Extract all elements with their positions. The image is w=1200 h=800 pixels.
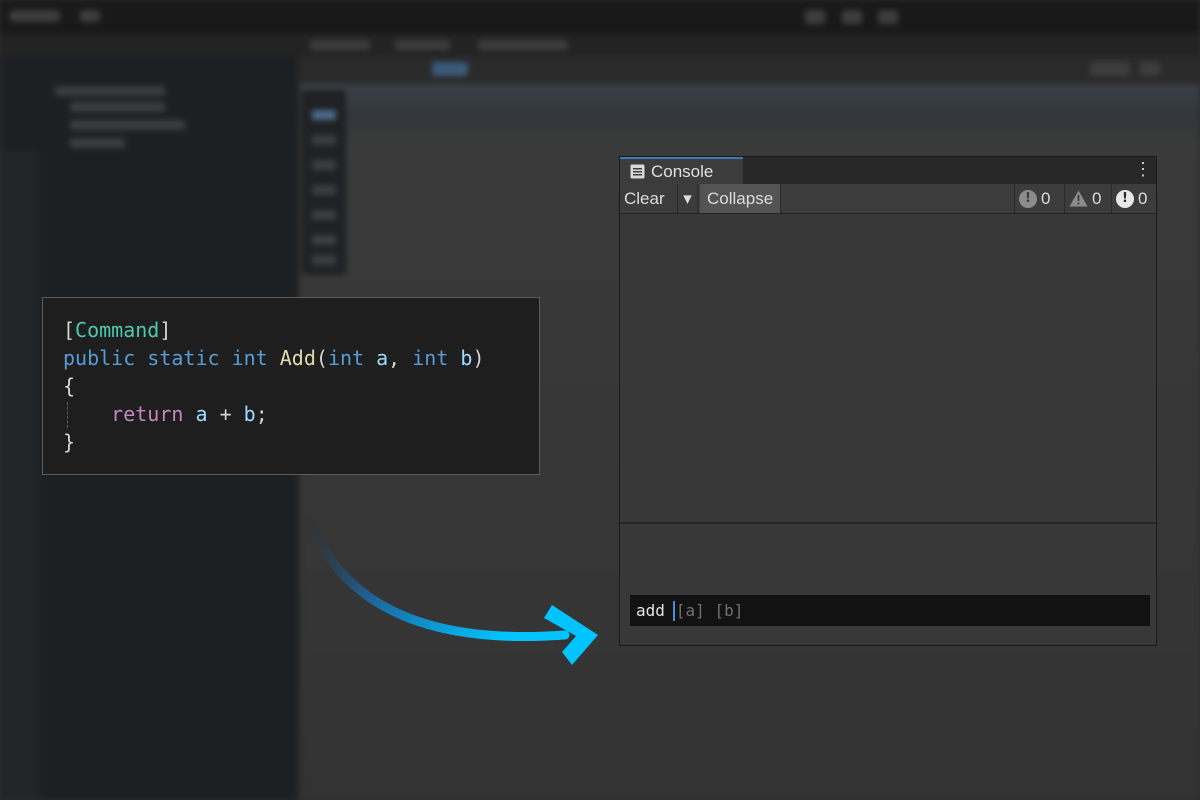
- hierarchy-row: [55, 86, 165, 96]
- tab-blob: [395, 40, 450, 50]
- param-name: b: [460, 346, 473, 370]
- console-tab-bar: Console ⋮: [620, 157, 1156, 184]
- semicolon: ;: [255, 402, 268, 426]
- param-type: int: [327, 346, 365, 370]
- log-filter-toggle[interactable]: ! 0: [1014, 184, 1062, 213]
- tab-blob: [478, 40, 568, 50]
- tool-palette: [302, 90, 346, 275]
- function-name: Add: [279, 346, 316, 370]
- tool-button: [312, 185, 336, 195]
- arrow-shaft: [305, 515, 570, 642]
- tool-button: [312, 110, 336, 120]
- param-name: a: [376, 346, 389, 370]
- keyword-int: int: [231, 346, 268, 370]
- text-caret: [672, 600, 675, 621]
- code-line-brace-open: {: [63, 372, 519, 400]
- tab-console[interactable]: Console: [620, 157, 743, 184]
- command-input-text: add: [636, 601, 665, 620]
- toolbar-blob: [432, 62, 468, 76]
- clear-options-dropdown[interactable]: ▾: [678, 184, 698, 213]
- play-controls-blob: [878, 10, 898, 24]
- collapse-toggle-label: Collapse: [707, 188, 774, 208]
- bracket-open: [: [63, 318, 76, 342]
- paren-close: ): [472, 346, 485, 370]
- operand-a: a: [195, 402, 208, 426]
- more-options-icon[interactable]: ⋮: [1134, 159, 1152, 179]
- command-input[interactable]: add [a] [b]: [630, 595, 1150, 626]
- editor-tab-strip: [0, 34, 1200, 56]
- operator-plus: +: [219, 402, 232, 426]
- error-count: 0: [1138, 188, 1148, 208]
- toolbar-blob: [1140, 62, 1160, 76]
- left-strip: [0, 150, 38, 800]
- warning-filter-toggle[interactable]: 0: [1064, 184, 1110, 213]
- console-window: Console ⋮ Clear ▾ Collapse ! 0 0 ! 0 add…: [619, 156, 1157, 646]
- code-line-attribute: [Command]: [63, 316, 519, 344]
- tool-button: [312, 135, 336, 145]
- keyword-static: static: [147, 346, 220, 370]
- play-controls-blob: [805, 10, 825, 24]
- attribute-name: Command: [75, 318, 160, 342]
- curved-arrow-icon: [305, 515, 598, 665]
- code-snippet-card: [Command] public static int Add(int a, i…: [42, 297, 540, 475]
- error-icon: !: [1116, 189, 1134, 208]
- code-line-brace-close: }: [63, 428, 519, 456]
- console-detail-area: [620, 524, 1156, 645]
- clear-button[interactable]: Clear: [620, 184, 678, 213]
- tab-console-label: Console: [651, 161, 714, 181]
- indent-guide: [67, 402, 68, 428]
- param-type: int: [412, 346, 449, 370]
- error-filter-toggle[interactable]: ! 0: [1111, 184, 1156, 213]
- tool-button: [312, 235, 336, 245]
- command-parameter-hint: [a] [b]: [675, 601, 744, 620]
- brace-open: {: [63, 374, 76, 398]
- tool-button: [312, 255, 336, 265]
- code-line-return: return a + b;: [63, 400, 519, 428]
- code-line-signature: public static int Add(int a, int b): [63, 344, 519, 372]
- tool-button: [312, 160, 336, 170]
- info-icon: !: [1019, 189, 1037, 208]
- editor-top-bar: [0, 0, 1200, 34]
- log-count: 0: [1041, 188, 1051, 208]
- tool-button: [312, 210, 336, 220]
- menu-blob: [80, 10, 100, 22]
- console-list-icon: [630, 164, 645, 179]
- warning-icon: [1069, 190, 1088, 207]
- clear-button-label: Clear: [624, 188, 665, 208]
- operand-b: b: [243, 402, 256, 426]
- comma: ,: [388, 346, 401, 370]
- chevron-down-icon: ▾: [683, 188, 692, 208]
- warning-count: 0: [1092, 188, 1102, 208]
- play-controls-blob: [842, 10, 862, 24]
- toolbar-blob: [1090, 62, 1130, 76]
- tab-blob: [310, 40, 370, 50]
- paren-open: (: [315, 346, 328, 370]
- keyword-return: return: [111, 402, 184, 426]
- brace-close: }: [63, 430, 76, 454]
- hierarchy-row: [70, 102, 165, 112]
- console-toolbar: Clear ▾ Collapse ! 0 0 ! 0: [620, 184, 1156, 214]
- bracket-close: ]: [159, 318, 172, 342]
- hierarchy-row: [70, 120, 185, 130]
- keyword-public: public: [63, 346, 136, 370]
- console-log-list[interactable]: [620, 214, 1156, 522]
- menu-blob: [10, 10, 60, 22]
- hierarchy-row: [70, 138, 125, 148]
- collapse-toggle[interactable]: Collapse: [700, 184, 782, 213]
